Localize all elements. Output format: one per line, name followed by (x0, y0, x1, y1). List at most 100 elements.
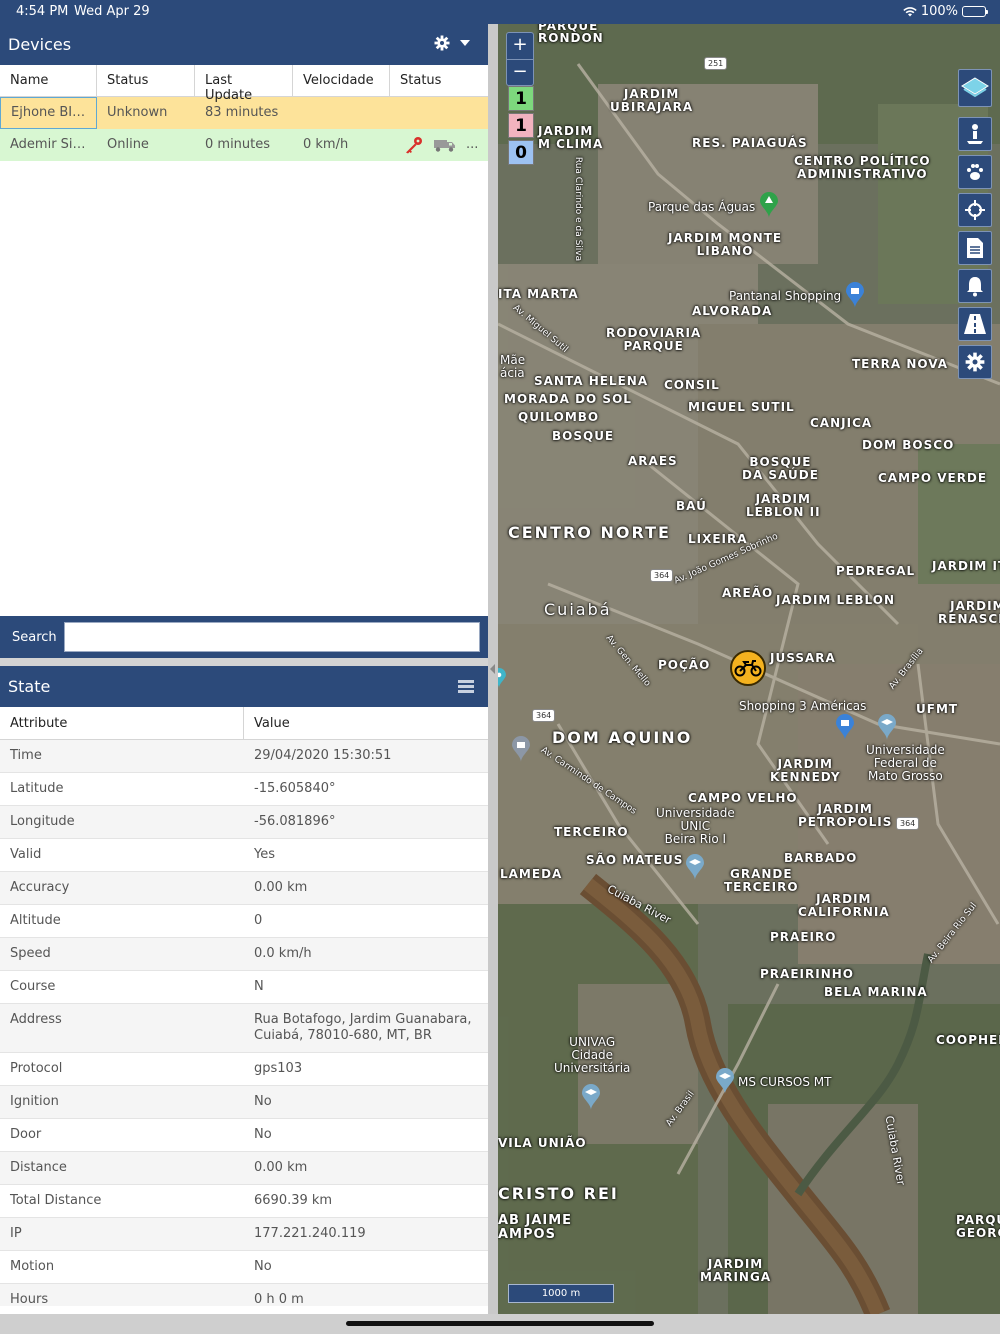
map-label: RES. PAIAGUÁS (692, 136, 808, 150)
device-status: Unknown (107, 105, 168, 120)
left-panel: Devices Name Status Last Update Velocida… (0, 24, 488, 1314)
map-label: CENTRO POLÍTICO ADMINISTRATIVO (794, 154, 931, 181)
device-row[interactable]: Ademir Silv... Online 0 minutes 0 km/h .… (0, 129, 488, 161)
map-label: TERRA NOVA (852, 357, 949, 371)
highway-shield: 364 (896, 817, 920, 830)
paw-icon (967, 164, 983, 180)
notifications-button[interactable] (958, 269, 992, 303)
col-velocidade[interactable]: Velocidade (293, 65, 390, 96)
attribute-name: Speed (10, 946, 51, 961)
routes-button[interactable] (958, 307, 992, 341)
state-row: Latitude -15.605840° (0, 773, 488, 806)
device-row[interactable]: Ejhone BIZ1... Unknown 83 minutes (0, 97, 488, 129)
col-attribute[interactable]: Attribute (0, 707, 244, 739)
highway-shield: 251 (704, 57, 728, 70)
collapse-arrow-icon[interactable] (490, 664, 495, 674)
attribute-name: Motion (10, 1259, 55, 1274)
map-label: AREÃO (722, 586, 774, 600)
map-label: LAMEDA (500, 867, 563, 881)
zoom-out-button[interactable]: − (507, 59, 533, 85)
home-indicator-area (0, 1314, 1000, 1334)
attribute-value: 6690.39 km (254, 1193, 333, 1208)
attribute-value: No (254, 1259, 272, 1274)
panel-splitter[interactable] (0, 658, 488, 666)
map-label: VILA UNIÃO (498, 1136, 587, 1150)
attribute-name: Door (10, 1127, 42, 1142)
devices-title: Devices (8, 35, 72, 54)
crosshair-button[interactable] (958, 193, 992, 227)
place-pin-icon[interactable] (498, 668, 506, 688)
panel-divider[interactable] (488, 24, 498, 1314)
online-count-badge[interactable]: 1 (508, 86, 534, 111)
map-label: JARDIM IT (932, 559, 1000, 573)
layers-button[interactable] (958, 69, 992, 107)
map-label: Cuiabá (544, 600, 612, 619)
map-label: JARDIM KENNEDY (770, 757, 841, 784)
state-row: Ignition No (0, 1086, 488, 1119)
list-menu-icon[interactable] (458, 679, 474, 698)
person-pin-icon (967, 124, 983, 144)
state-row: Total Distance 6690.39 km (0, 1185, 488, 1218)
school-pin-icon[interactable] (716, 1068, 734, 1094)
place-pin-icon[interactable] (512, 736, 530, 762)
state-row: Time 29/04/2020 15:30:51 (0, 740, 488, 773)
school-pin-icon[interactable] (878, 714, 896, 740)
map-scale: 1000 m (508, 1284, 614, 1303)
state-title: State (8, 677, 51, 696)
school-pin-icon[interactable] (686, 854, 704, 880)
map-label: PARQUGEORG (956, 1213, 1000, 1240)
device-status: Online (107, 137, 149, 152)
map-label: LIXEIRA (688, 532, 748, 546)
attribute-value: No (254, 1094, 272, 1109)
map-label: BOSQUE (552, 429, 615, 443)
map-view[interactable]: PARQUE RONDON JARDIM UBIRAJARA JARDIM M CLI… (498, 24, 1000, 1314)
map-label: JARDIM M CLIMA (538, 124, 604, 151)
battery-percent: 100% (920, 4, 958, 19)
person-pin-button[interactable] (958, 117, 992, 151)
road-label: Rua Clarindo e da Silva (573, 156, 584, 262)
attribute-name: Total Distance (10, 1193, 102, 1208)
state-row: Distance 0.00 km (0, 1152, 488, 1185)
device-speed (293, 97, 390, 129)
report-button[interactable] (958, 231, 992, 265)
map-label: ITA MARTA (498, 287, 579, 301)
devices-header: Devices (0, 24, 488, 65)
unknown-count-badge[interactable]: 0 (508, 140, 534, 165)
map-label: ALVORADA (692, 304, 773, 318)
map-label: Pantanal Shopping (729, 289, 842, 303)
school-pin-icon[interactable] (582, 1084, 600, 1110)
map-label: CANJICA (810, 416, 873, 430)
settings-gear-icon[interactable] (434, 35, 450, 51)
clock: 4:54 PM (16, 4, 69, 19)
chevron-down-icon[interactable] (460, 40, 470, 46)
map-label: BARBADO (784, 851, 858, 865)
col-status[interactable]: Status (97, 65, 195, 96)
col-last-update[interactable]: Last Update (195, 65, 293, 103)
map-label: JARDIM LEBLON II (746, 492, 821, 519)
home-indicator[interactable] (346, 1321, 654, 1326)
offline-count-badge[interactable]: 1 (508, 113, 534, 138)
map-label: DOM AQUINO (552, 728, 693, 747)
col-name[interactable]: Name (0, 65, 97, 96)
map-label: CONSIL (664, 378, 720, 392)
map-settings-button[interactable] (958, 345, 992, 379)
state-row: Protocol gps103 (0, 1053, 488, 1086)
attribute-value: Yes (254, 847, 275, 862)
shopping-pin-icon[interactable] (836, 714, 854, 740)
paw-button[interactable] (958, 155, 992, 189)
map-label: PARQUE RONDON (538, 24, 604, 45)
state-row: Altitude 0 (0, 905, 488, 938)
park-pin-icon[interactable] (760, 192, 778, 218)
more-options[interactable]: ... (466, 129, 478, 161)
shopping-pin-icon[interactable] (846, 282, 864, 308)
map-label: BOSQUE DA SAÚDE (742, 455, 819, 482)
state-row: Course N (0, 971, 488, 1004)
attribute-name: Hours (10, 1292, 49, 1306)
road-icon (964, 314, 986, 334)
device-status-icons (390, 97, 488, 129)
motorcycle-marker[interactable] (730, 650, 766, 686)
col-value[interactable]: Value (244, 707, 488, 739)
search-input[interactable] (64, 622, 480, 652)
zoom-in-button[interactable]: + (507, 33, 533, 59)
col-status-icons[interactable]: Status (390, 65, 488, 96)
